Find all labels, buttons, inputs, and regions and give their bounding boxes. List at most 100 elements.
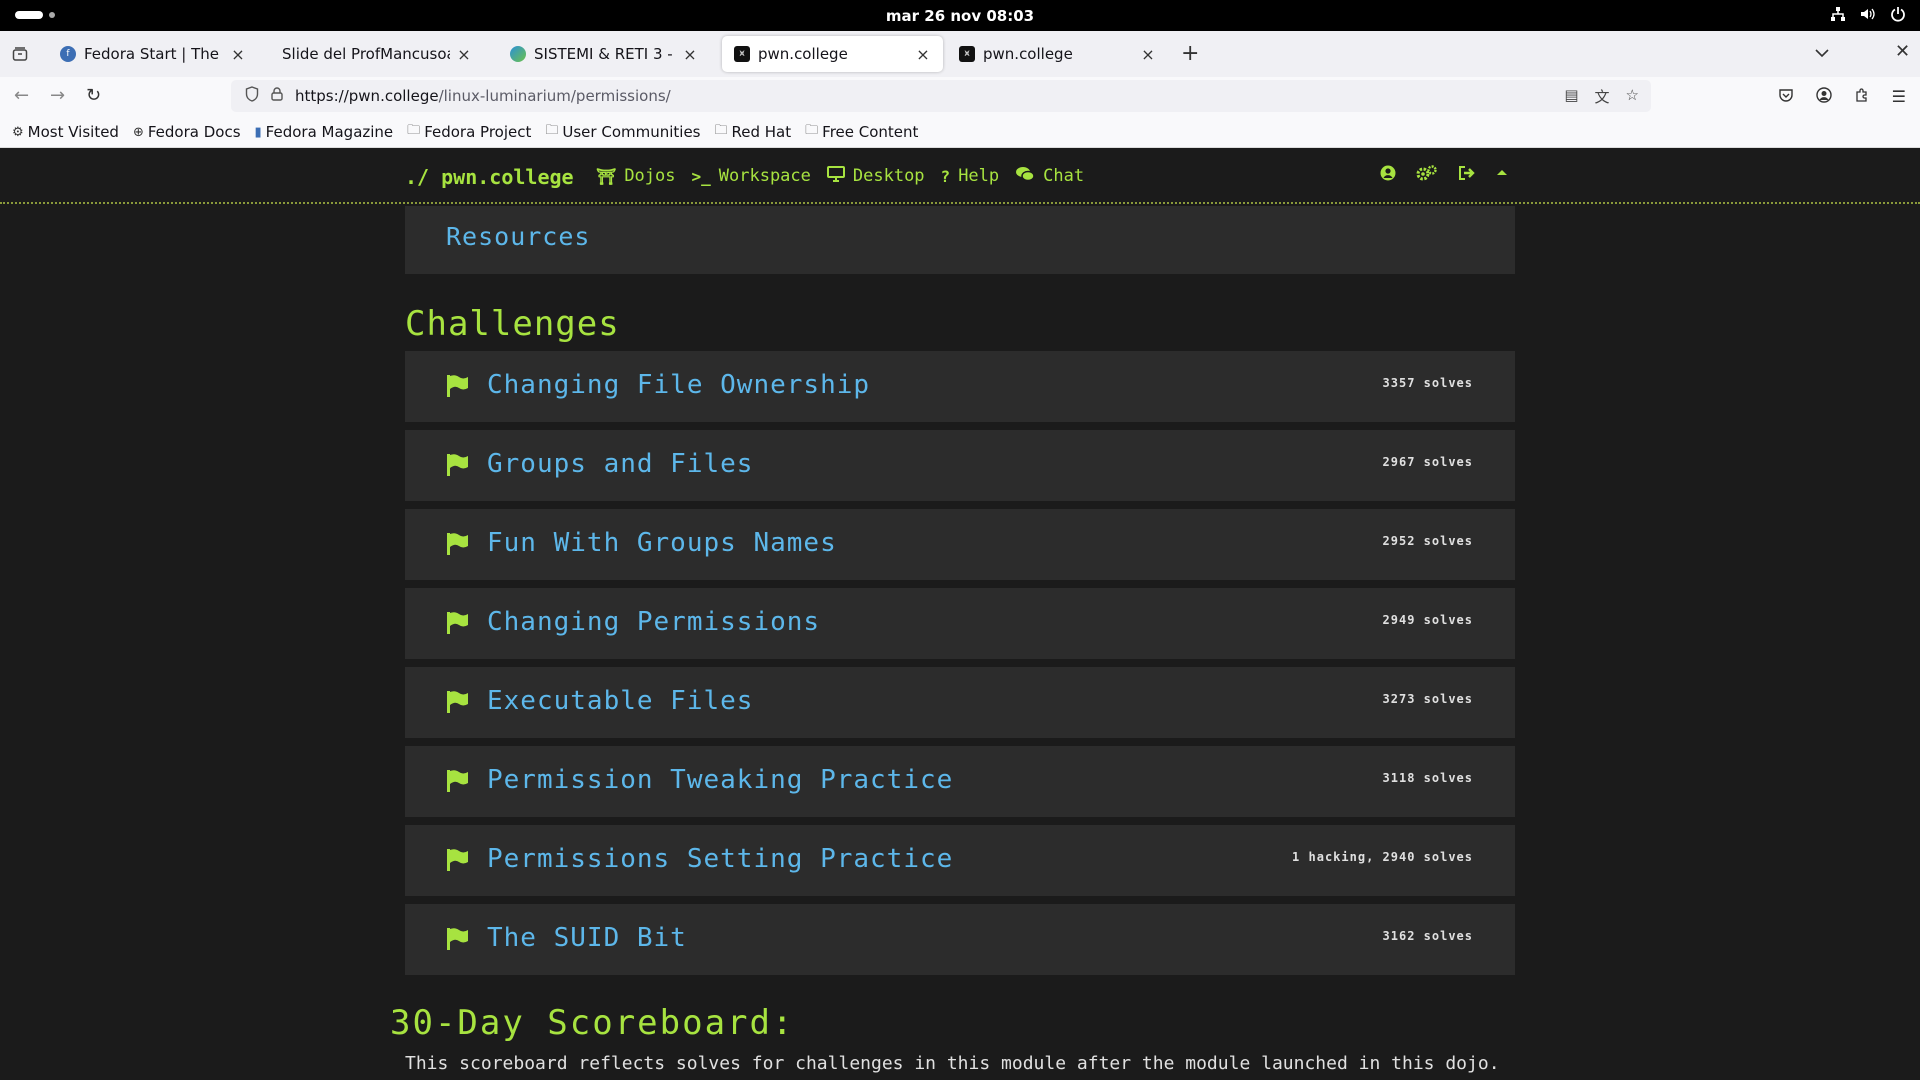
challenge-title: Changing Permissions	[487, 607, 821, 637]
bookmark-free-content[interactable]: 🗀 Free Content	[805, 121, 918, 143]
account-icon[interactable]	[1815, 87, 1832, 107]
nav-label: Dojos	[624, 166, 676, 186]
challenge-title: Groups and Files	[487, 449, 754, 479]
system-clock[interactable]: mar 26 nov 08:03	[0, 7, 1920, 25]
resources-accordion[interactable]: Resources	[405, 206, 1515, 274]
folder-icon: 🗀	[407, 123, 421, 138]
network-icon	[1830, 6, 1846, 26]
extensions-icon[interactable]	[1854, 87, 1870, 107]
bookmark-most-visited[interactable]: ⚙ Most Visited	[12, 123, 119, 141]
tab-slide-mancuso[interactable]: Slide del ProfMancusoa - RE ×	[270, 36, 484, 72]
nav-label: Help	[958, 166, 1000, 186]
tab-title: pwn.college	[758, 45, 848, 63]
challenge-title: Executable Files	[487, 686, 754, 716]
collapse-caret-icon[interactable]	[1496, 165, 1508, 186]
reload-icon[interactable]: ↻	[86, 85, 101, 106]
challenge-title: Permissions Setting Practice	[487, 844, 954, 874]
challenge-solves: 3162 solves	[1382, 929, 1473, 943]
challenge-item[interactable]: Fun With Groups Names 2952 solves	[405, 509, 1515, 580]
bookmark-fedora-project[interactable]: 🗀 Fedora Project	[407, 121, 531, 143]
list-all-tabs-icon[interactable]	[1815, 43, 1829, 62]
bookmark-red-hat[interactable]: 🗀 Red Hat	[715, 121, 792, 143]
url-bar[interactable]: https://pwn.college/linux-luminarium/per…	[231, 80, 1651, 112]
site-brand-link[interactable]: ./ pwn.college	[405, 165, 574, 189]
logout-icon[interactable]	[1458, 165, 1476, 186]
pocket-icon[interactable]	[1778, 87, 1794, 107]
close-tab-icon[interactable]: ×	[230, 45, 246, 64]
folder-icon: 🗀	[805, 123, 819, 138]
tab-fedora-start[interactable]: f Fedora Start | The Fedora ×	[48, 36, 258, 72]
tab-pwn-college-active[interactable]: ⩙ pwn.college ×	[722, 36, 943, 72]
challenge-item[interactable]: Changing Permissions 2949 solves	[405, 588, 1515, 659]
nav-label: Desktop	[852, 166, 925, 186]
challenge-item[interactable]: The SUID Bit 3162 solves	[405, 904, 1515, 975]
globe-icon: ⊕	[132, 124, 144, 140]
nav-workspace[interactable]: >_ Workspace	[692, 166, 811, 186]
flag-icon	[447, 533, 468, 555]
bookmark-label: User Communities	[562, 123, 701, 141]
close-tab-icon[interactable]: ×	[682, 45, 698, 64]
bookmark-label: Free Content	[822, 123, 919, 141]
flag-icon	[447, 928, 468, 950]
menu-icon[interactable]: ☰	[1892, 87, 1906, 107]
challenge-item[interactable]: Permissions Setting Practice 1 hacking, …	[405, 825, 1515, 896]
lock-icon[interactable]	[271, 87, 283, 105]
flag-icon	[447, 375, 468, 397]
nav-label: Chat	[1043, 166, 1085, 186]
volume-icon	[1860, 6, 1876, 26]
system-tray[interactable]	[1830, 6, 1906, 26]
url-host: https://pwn.college	[295, 87, 439, 105]
fedora-icon: f	[60, 46, 76, 62]
tab-sistemi-reti[interactable]: SISTEMI & RETI 3 - Slidev ×	[498, 36, 710, 72]
challenge-solves: 2967 solves	[1382, 455, 1473, 469]
settings-gears-icon[interactable]	[1416, 165, 1438, 186]
challenge-title: Fun With Groups Names	[487, 528, 837, 558]
window-close-icon[interactable]: ✕	[1895, 41, 1910, 62]
bookmark-fedora-magazine[interactable]: ▮ Fedora Magazine	[255, 123, 394, 141]
flag-icon	[447, 612, 468, 634]
nav-help[interactable]: ? Help	[941, 166, 1000, 186]
flag-icon	[447, 691, 468, 713]
tab-title: pwn.college	[983, 45, 1073, 63]
power-icon	[1890, 6, 1906, 26]
back-icon[interactable]: ←	[14, 85, 29, 106]
bookmark-label: Red Hat	[731, 123, 792, 141]
close-tab-icon[interactable]: ×	[1140, 45, 1156, 64]
url-path: /linux-luminarium/permissions/	[438, 87, 671, 105]
page-content: ./ pwn.college ⛩ Dojos >_ Workspace Desk…	[0, 148, 1920, 1080]
tab-title: Fedora Start | The Fedora	[84, 45, 224, 63]
torii-icon: ⛩	[596, 166, 617, 186]
bookmark-star-icon[interactable]: ☆	[1626, 86, 1639, 107]
challenge-item[interactable]: Changing File Ownership 3357 solves	[405, 351, 1515, 422]
challenge-item[interactable]: Executable Files 3273 solves	[405, 667, 1515, 738]
translate-icon[interactable]: 文	[1595, 86, 1610, 107]
nav-desktop[interactable]: Desktop	[826, 166, 925, 186]
bookmark-label: Fedora Docs	[147, 123, 241, 141]
gear-icon: ⚙	[12, 124, 24, 140]
tab-pwn-college[interactable]: ⩙ pwn.college ×	[947, 36, 1168, 72]
reader-view-icon[interactable]: ▤	[1564, 86, 1578, 107]
pwn-college-icon: ⩙	[734, 46, 750, 62]
new-tab-button[interactable]: +	[1181, 41, 1199, 66]
chat-icon	[1015, 166, 1035, 186]
tracking-shield-icon[interactable]	[245, 86, 259, 106]
challenge-item[interactable]: Groups and Files 2967 solves	[405, 430, 1515, 501]
bookmark-label: Fedora Magazine	[265, 123, 394, 141]
tab-title: SISTEMI & RETI 3 - Slidev	[534, 45, 676, 63]
user-profile-icon[interactable]	[1380, 165, 1396, 186]
forward-icon[interactable]: →	[50, 85, 65, 106]
close-tab-icon[interactable]: ×	[456, 45, 472, 64]
bookmark-user-communities[interactable]: 🗀 User Communities	[545, 121, 700, 143]
challenge-solves: 2952 solves	[1382, 534, 1473, 548]
challenge-solves: 1 hacking, 2940 solves	[1292, 850, 1473, 864]
flag-icon	[447, 770, 468, 792]
nav-label: Workspace	[718, 166, 811, 186]
challenge-solves: 2949 solves	[1382, 613, 1473, 627]
close-tab-icon[interactable]: ×	[915, 45, 931, 64]
nav-dojos[interactable]: ⛩ Dojos	[596, 166, 676, 186]
bookmark-fedora-docs[interactable]: ⊕ Fedora Docs	[133, 123, 241, 141]
folder-icon: 🗀	[545, 123, 559, 138]
tab-overview-icon[interactable]	[0, 31, 40, 77]
nav-chat[interactable]: Chat	[1015, 166, 1084, 186]
challenge-item[interactable]: Permission Tweaking Practice 3118 solves	[405, 746, 1515, 817]
